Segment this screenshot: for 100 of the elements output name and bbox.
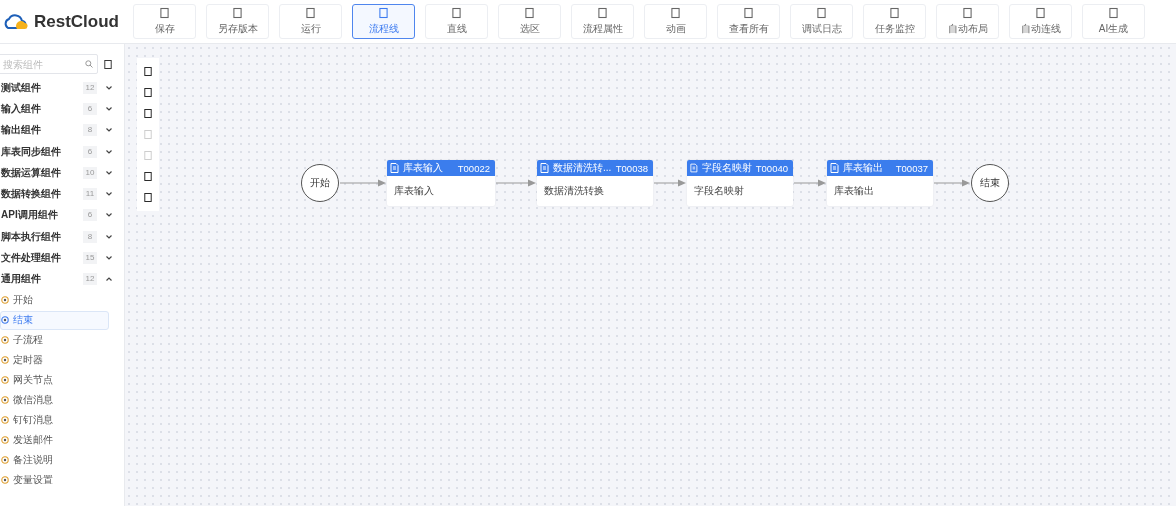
component-icon bbox=[1, 476, 9, 485]
toolbar-button[interactable]: 自动连线 bbox=[1009, 4, 1072, 39]
component-group[interactable]: 文件处理组件 15 bbox=[0, 247, 124, 269]
toolbar-button[interactable]: 直线 bbox=[425, 4, 488, 39]
toolbar-icon bbox=[306, 7, 315, 19]
group-label: 数据转换组件 bbox=[1, 187, 62, 202]
toolbar-icon bbox=[744, 7, 753, 19]
component-icon bbox=[1, 296, 9, 305]
component-item[interactable]: 发送邮件 bbox=[0, 430, 109, 450]
toolbar-button[interactable]: 保存 bbox=[133, 4, 196, 39]
task-node[interactable]: 字段名映射 T00040 字段名映射 bbox=[687, 160, 793, 206]
group-label: 测试组件 bbox=[1, 80, 42, 95]
document-icon bbox=[390, 163, 399, 173]
component-icon bbox=[1, 316, 9, 325]
group-label: 输出组件 bbox=[1, 123, 42, 138]
component-group[interactable]: 测试组件 12 bbox=[0, 77, 124, 99]
component-item[interactable]: 备注说明 bbox=[0, 450, 109, 470]
component-item[interactable]: 变量设置 bbox=[0, 470, 109, 490]
toolbar-icon bbox=[963, 7, 972, 19]
toolbar-button[interactable]: 自动布局 bbox=[936, 4, 999, 39]
search-field[interactable]: 搜索组件 bbox=[0, 54, 98, 74]
toolbar-icon bbox=[817, 7, 826, 19]
node-description: 库表输出 bbox=[834, 185, 874, 196]
toolbar-icon bbox=[379, 7, 388, 19]
count-badge: 15 bbox=[83, 252, 97, 264]
toolbar-button[interactable]: 调试日志 bbox=[790, 4, 853, 39]
connector-arrow bbox=[653, 179, 686, 187]
group-label: API调用组件 bbox=[1, 208, 59, 223]
toolbar-button[interactable]: 查看所有 bbox=[717, 4, 780, 39]
node-title: 库表输入 bbox=[403, 161, 444, 175]
group-label: 通用组件 bbox=[1, 272, 42, 287]
connector-arrow bbox=[495, 179, 536, 187]
connector-arrow bbox=[339, 179, 386, 187]
component-group[interactable]: 通用组件 12 bbox=[0, 268, 124, 290]
count-badge: 12 bbox=[83, 81, 97, 94]
cloud-logo-icon bbox=[2, 12, 28, 31]
toolbar-button[interactable]: 动画 bbox=[644, 4, 707, 39]
component-item[interactable]: 开始 bbox=[0, 290, 109, 310]
search-icon bbox=[85, 60, 93, 68]
component-group[interactable]: 脚本执行组件 8 bbox=[0, 226, 124, 248]
component-group[interactable]: API调用组件 6 bbox=[0, 204, 124, 227]
component-icon bbox=[1, 416, 9, 425]
component-item[interactable]: 结束 bbox=[0, 310, 109, 330]
node-description: 数据清洗转换 bbox=[544, 185, 604, 196]
group-label: 数据运算组件 bbox=[1, 165, 62, 180]
node-code: T00040 bbox=[755, 162, 788, 174]
component-icon bbox=[1, 356, 9, 365]
task-node[interactable]: 数据清洗转... T00038 数据清洗转换 bbox=[537, 160, 653, 206]
toolbar-button[interactable]: AI生成 bbox=[1082, 4, 1145, 39]
node-description: 库表输入 bbox=[394, 185, 434, 196]
collapse-icon bbox=[104, 58, 112, 70]
component-group[interactable]: 输出组件 8 bbox=[0, 119, 124, 141]
connector-arrow bbox=[793, 179, 826, 187]
toolbar-icon bbox=[452, 7, 461, 19]
node-title: 数据清洗转... bbox=[553, 161, 612, 175]
count-badge: 6 bbox=[83, 102, 97, 115]
count-badge: 8 bbox=[83, 124, 97, 137]
start-node[interactable]: 开始 bbox=[301, 164, 339, 202]
node-code: T00022 bbox=[457, 162, 490, 174]
node-code: T00038 bbox=[615, 162, 648, 174]
component-group[interactable]: 输入组件 6 bbox=[0, 98, 124, 120]
task-node[interactable]: 库表输入 T00022 库表输入 bbox=[387, 160, 495, 206]
component-group[interactable]: 数据运算组件 10 bbox=[0, 162, 124, 184]
component-item[interactable]: 定时器 bbox=[0, 350, 109, 370]
component-item[interactable]: 网关节点 bbox=[0, 370, 109, 390]
component-group[interactable]: 库表同步组件 6 bbox=[0, 140, 124, 163]
component-item[interactable]: 子流程 bbox=[0, 330, 109, 350]
count-badge: 6 bbox=[83, 209, 97, 222]
toolbar-button[interactable]: 另存版本 bbox=[206, 4, 269, 39]
toolbar-icon bbox=[671, 7, 680, 19]
component-item[interactable]: 钉钉消息 bbox=[0, 410, 109, 430]
toolbar-icon bbox=[1109, 7, 1118, 19]
toolbar-icon bbox=[233, 7, 242, 19]
component-icon bbox=[1, 396, 9, 405]
document-icon bbox=[690, 163, 698, 173]
node-title: 库表输出 bbox=[843, 161, 884, 175]
component-group[interactable]: 数据转换组件 11 bbox=[0, 183, 124, 205]
toolbar-button[interactable]: 选区 bbox=[498, 4, 561, 39]
connector-arrow bbox=[933, 179, 970, 187]
group-label: 文件处理组件 bbox=[1, 251, 62, 265]
component-icon bbox=[1, 376, 9, 385]
group-label: 库表同步组件 bbox=[1, 144, 62, 159]
component-icon bbox=[1, 456, 9, 465]
node-description: 字段名映射 bbox=[694, 185, 744, 196]
toolbar-button[interactable]: 任务监控 bbox=[863, 4, 926, 39]
toolbar-icon bbox=[160, 7, 169, 19]
toolbar-button[interactable]: 流程属性 bbox=[571, 4, 634, 39]
count-badge: 8 bbox=[83, 230, 97, 243]
count-badge: 11 bbox=[83, 188, 97, 201]
toolbar-icon bbox=[525, 7, 534, 19]
component-item[interactable]: 微信消息 bbox=[0, 390, 109, 410]
count-badge: 12 bbox=[83, 273, 97, 286]
task-node[interactable]: 库表输出 T00037 库表输出 bbox=[827, 160, 933, 206]
component-icon bbox=[1, 336, 9, 345]
end-node[interactable]: 结束 bbox=[971, 164, 1009, 202]
toolbar-button[interactable]: 运行 bbox=[279, 4, 342, 39]
toolbar-button[interactable]: 流程线 bbox=[352, 4, 415, 39]
group-label: 脚本执行组件 bbox=[1, 229, 62, 244]
group-label: 输入组件 bbox=[1, 101, 42, 116]
component-icon bbox=[1, 436, 9, 445]
